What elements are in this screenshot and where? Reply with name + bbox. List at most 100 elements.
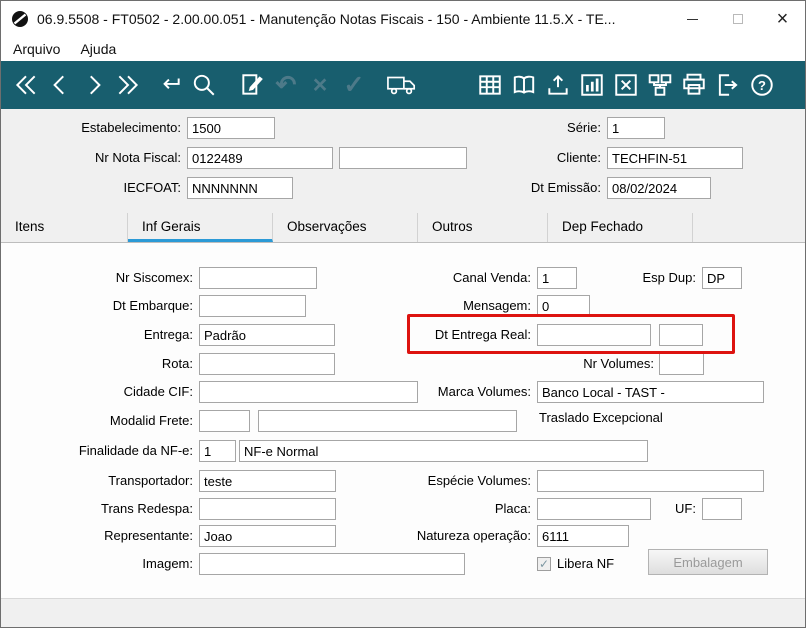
transportador-field[interactable] — [199, 470, 336, 492]
next-record-icon[interactable] — [77, 68, 111, 102]
search-icon[interactable] — [187, 68, 221, 102]
rota-label: Rota: — [161, 356, 193, 371]
minimize-icon — [687, 18, 698, 20]
dt-emissao-field[interactable] — [607, 177, 711, 199]
menu-arquivo[interactable]: Arquivo — [3, 37, 70, 61]
nr-volumes-label: Nr Volumes: — [583, 356, 654, 371]
uf-label: UF: — [675, 501, 696, 516]
estabelecimento-field[interactable] — [187, 117, 275, 139]
window-controls: × — [670, 1, 805, 37]
cliente-field[interactable] — [607, 147, 743, 169]
tab-outros[interactable]: Outros — [418, 213, 548, 242]
exit-icon[interactable] — [711, 68, 745, 102]
finalidade-nfe-field[interactable] — [199, 440, 236, 462]
trans-redespa-field[interactable] — [199, 498, 336, 520]
app-logo-icon — [11, 10, 29, 28]
mensagem-field[interactable] — [537, 295, 590, 317]
estabelecimento-label: Estabelecimento: — [81, 120, 181, 135]
tab-itens[interactable]: Itens — [1, 213, 128, 242]
imagem-label: Imagem: — [142, 556, 193, 571]
tab-dep-fechado[interactable]: Dep Fechado — [548, 213, 693, 242]
dt-embarque-field[interactable] — [199, 295, 306, 317]
placa-field[interactable] — [537, 498, 651, 520]
dt-emissao-label: Dt Emissão: — [530, 180, 601, 195]
nr-nota-fiscal-label: Nr Nota Fiscal: — [95, 150, 181, 165]
first-record-icon[interactable] — [9, 68, 43, 102]
embalagem-button[interactable]: Embalagem — [648, 549, 768, 575]
cliente-label: Cliente: — [556, 150, 601, 165]
print-icon[interactable] — [677, 68, 711, 102]
delivery-truck-icon[interactable] — [385, 68, 419, 102]
rota-field[interactable] — [199, 353, 335, 375]
app-window: 06.9.5508 - FT0502 - 2.00.00.051 - Manut… — [0, 0, 806, 628]
esp-dup-label: Esp Dup: — [642, 270, 696, 285]
iecfoat-field[interactable] — [187, 177, 293, 199]
imagem-field[interactable] — [199, 553, 465, 575]
tabstrip: Itens Inf Gerais Observações Outros Dep … — [1, 213, 805, 243]
status-bar — [1, 598, 805, 627]
libera-nf-checkbox[interactable]: ✓ — [537, 557, 551, 571]
transportador-label: Transportador: — [108, 473, 193, 488]
maximize-icon — [732, 14, 743, 24]
table-view-icon[interactable] — [473, 68, 507, 102]
nr-nota-fiscal-field[interactable] — [187, 147, 333, 169]
entrega-field[interactable] — [199, 324, 335, 346]
nr-siscomex-field[interactable] — [199, 267, 317, 289]
form-area: Nr Siscomex: Canal Venda: Esp Dup: Dt Em… — [1, 243, 805, 598]
upload-icon[interactable] — [541, 68, 575, 102]
especie-volumes-field[interactable] — [537, 470, 764, 492]
canal-venda-label: Canal Venda: — [452, 270, 531, 285]
previous-record-icon[interactable] — [43, 68, 77, 102]
related-tables-icon[interactable] — [643, 68, 677, 102]
finalidade-nfe-desc-field[interactable] — [239, 440, 648, 462]
nr-volumes-field[interactable] — [659, 353, 704, 375]
marca-volumes-label: Marca Volumes: — [437, 384, 531, 399]
chart-icon[interactable] — [575, 68, 609, 102]
natureza-operacao-label: Natureza operação: — [416, 528, 531, 543]
nr-siscomex-label: Nr Siscomex: — [115, 270, 193, 285]
close-icon: × — [776, 8, 789, 30]
enter-icon[interactable] — [153, 68, 187, 102]
reference-guide-icon[interactable] — [507, 68, 541, 102]
especie-volumes-label: Espécie Volumes: — [427, 473, 531, 488]
menu-ajuda[interactable]: Ajuda — [70, 37, 126, 61]
uf-field[interactable] — [702, 498, 742, 520]
undo-icon[interactable]: ↶ — [269, 68, 303, 102]
maximize-button[interactable] — [715, 1, 760, 37]
close-button[interactable]: × — [760, 1, 805, 37]
modalid-frete-label: Modalid Frete: — [109, 413, 193, 428]
last-record-icon[interactable] — [111, 68, 145, 102]
canal-venda-field[interactable] — [537, 267, 577, 289]
cidade-cif-label: Cidade CIF: — [123, 384, 193, 399]
esp-dup-field[interactable] — [702, 267, 742, 289]
representante-field[interactable] — [199, 525, 336, 547]
help-icon[interactable]: ? — [745, 68, 779, 102]
window-title: 06.9.5508 - FT0502 - 2.00.00.051 - Manut… — [37, 11, 616, 27]
menubar: Arquivo Ajuda — [1, 37, 805, 61]
minimize-button[interactable] — [670, 1, 715, 37]
marca-volumes-field[interactable] — [537, 381, 764, 403]
close-table-icon[interactable] — [609, 68, 643, 102]
confirm-icon[interactable]: ✓ — [337, 68, 371, 102]
toolbar: ↶ × ✓ ? — [1, 61, 805, 109]
serie-field[interactable] — [607, 117, 665, 139]
delete-icon[interactable]: × — [303, 68, 337, 102]
svg-text:?: ? — [758, 78, 766, 93]
entrega-label: Entrega: — [143, 327, 193, 342]
modalid-frete-field[interactable] — [199, 410, 250, 432]
header-panel: Estabelecimento: Série: Nr Nota Fiscal: … — [1, 109, 805, 213]
modalid-frete-field-2[interactable] — [258, 410, 517, 432]
iecfoat-label: IECFOAT: — [123, 180, 181, 195]
natureza-operacao-field[interactable] — [537, 525, 629, 547]
dt-entrega-real-field[interactable] — [537, 324, 651, 346]
finalidade-nfe-label: Finalidade da NF-e: — [78, 443, 193, 458]
representante-label: Representante: — [104, 528, 193, 543]
dt-entrega-real-field-2[interactable] — [659, 324, 703, 346]
trans-redespa-label: Trans Redespa: — [100, 501, 193, 516]
tab-observacoes[interactable]: Observações — [273, 213, 418, 242]
tab-inf-gerais[interactable]: Inf Gerais — [128, 213, 273, 242]
edit-document-icon[interactable] — [235, 68, 269, 102]
titlebar: 06.9.5508 - FT0502 - 2.00.00.051 - Manut… — [1, 1, 805, 37]
serie-label: Série: — [567, 120, 601, 135]
dt-embarque-label: Dt Embarque: — [112, 298, 193, 313]
